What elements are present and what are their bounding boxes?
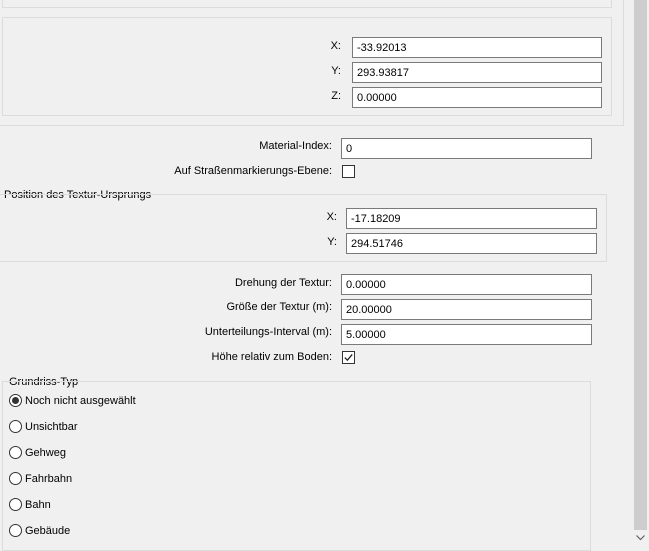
texture-rotation-field[interactable]: 0.00000 xyxy=(341,274,592,295)
texture-y-field[interactable]: 294.51746 xyxy=(346,233,597,254)
radio-label: Unsichtbar xyxy=(25,421,78,433)
checkmark-icon xyxy=(344,353,353,362)
radio-button[interactable] xyxy=(9,420,22,433)
radio-label: Bahn xyxy=(25,499,51,511)
radio-button[interactable] xyxy=(9,394,22,407)
radio-button[interactable] xyxy=(9,498,22,511)
texture-rotation-label: Drehung der Textur: xyxy=(234,277,332,289)
subdivision-interval-field[interactable]: 5.00000 xyxy=(341,324,592,345)
radio-button[interactable] xyxy=(9,472,22,485)
vertical-scrollbar[interactable] xyxy=(632,0,649,546)
start-y-field[interactable]: 293.93817 xyxy=(352,62,602,83)
texture-size-field[interactable]: 20.00000 xyxy=(341,299,592,320)
radio-label: Noch nicht ausgewählt xyxy=(25,395,136,407)
road-marking-label: Auf Straßenmarkierungs-Ebene: xyxy=(174,165,332,177)
material-index-field[interactable]: 0 xyxy=(341,138,592,159)
radio-button[interactable] xyxy=(9,446,22,459)
texture-x-label: X: xyxy=(326,211,337,223)
relative-height-label: Höhe relativ zum Boden: xyxy=(211,351,332,363)
texture-y-label: Y: xyxy=(327,236,337,248)
chevron-down-icon xyxy=(636,535,645,541)
radio-button[interactable] xyxy=(9,524,22,537)
texture-x-field[interactable]: -17.18209 xyxy=(346,208,597,229)
start-z-label: Z: xyxy=(331,90,341,102)
radio-label: Gehweg xyxy=(25,447,66,459)
subdivision-interval-label: Unterteilungs-Interval (m): xyxy=(204,326,332,338)
start-z-field[interactable]: 0.00000 xyxy=(352,87,602,108)
scrollbar-thumb[interactable] xyxy=(634,0,647,530)
upper-group-remnant xyxy=(2,0,612,8)
material-index-label: Material-Index: xyxy=(259,140,332,152)
road-marking-checkbox[interactable] xyxy=(342,165,355,178)
radio-label: Gebäude xyxy=(25,525,71,537)
start-x-field[interactable]: -33.92013 xyxy=(352,37,602,58)
radio-label: Fahrbahn xyxy=(25,473,73,485)
scroll-down-button[interactable] xyxy=(632,530,649,546)
start-y-label: Y: xyxy=(331,65,341,77)
start-x-label: X: xyxy=(330,40,341,52)
relative-height-checkbox[interactable] xyxy=(342,351,355,364)
texture-size-label: Größe der Textur (m): xyxy=(226,301,332,313)
